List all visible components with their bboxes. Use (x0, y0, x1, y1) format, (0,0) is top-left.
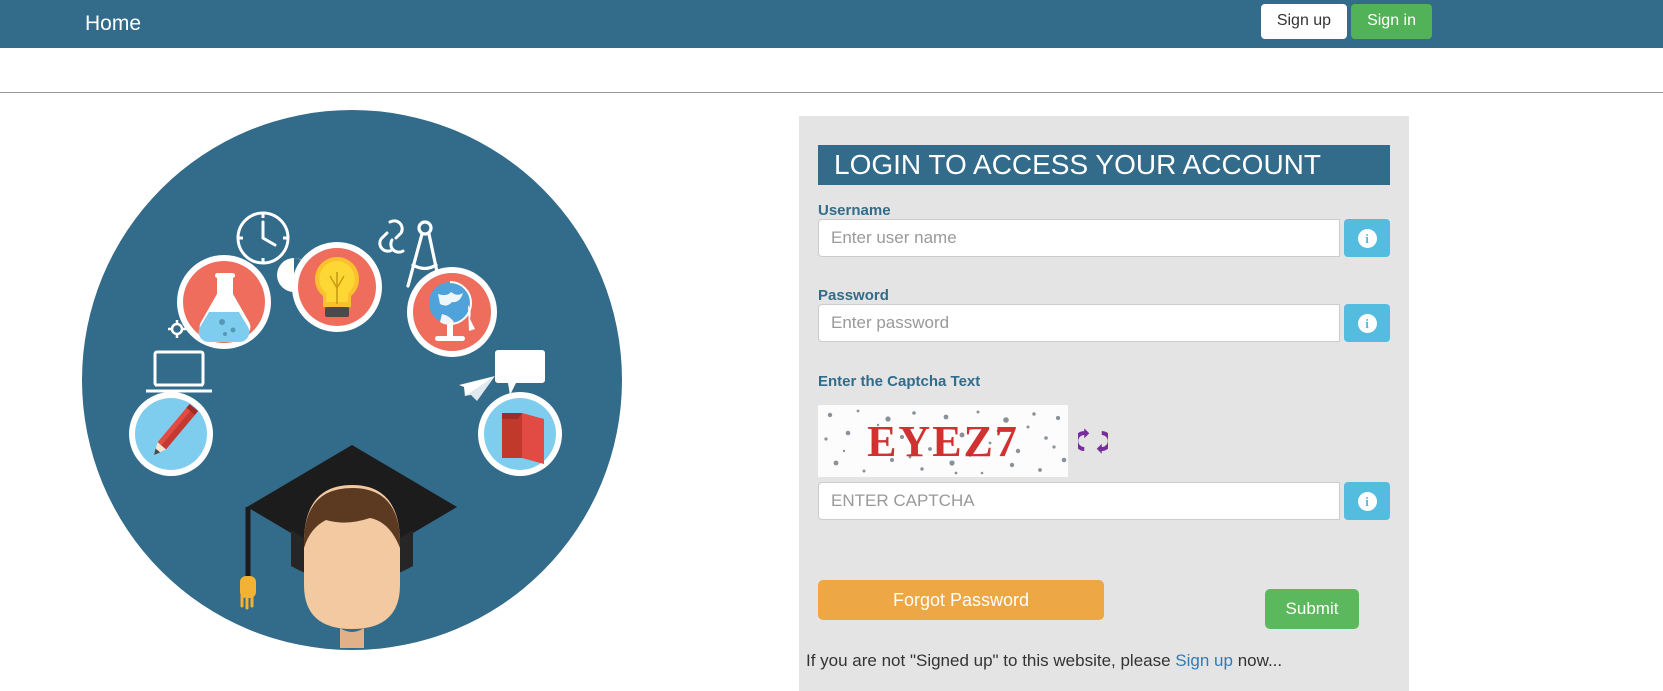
captcha-area: EYEZ7 (818, 405, 1113, 477)
sub-navbar (0, 48, 1663, 93)
nav-home-link[interactable]: Home (85, 0, 141, 48)
captcha-text: EYEZ7 (867, 416, 1019, 466)
forgot-password-button[interactable]: Forgot Password (818, 580, 1104, 620)
password-row: i (818, 304, 1390, 342)
username-info-button[interactable]: i (1344, 219, 1390, 257)
captcha-image: EYEZ7 (818, 405, 1068, 477)
signin-button[interactable]: Sign in (1351, 4, 1432, 39)
signup-button[interactable]: Sign up (1260, 4, 1348, 39)
login-panel-title: LOGIN TO ACCESS YOUR ACCOUNT (818, 145, 1390, 185)
info-icon: i (1357, 313, 1377, 333)
password-input[interactable] (818, 304, 1340, 342)
navbar-divider (0, 92, 1663, 93)
signup-note-prefix: If you are not "Signed up" to this websi… (806, 651, 1176, 670)
username-row: i (818, 219, 1390, 257)
login-panel: LOGIN TO ACCESS YOUR ACCOUNT Username i … (799, 116, 1409, 691)
submit-button[interactable]: Submit (1265, 589, 1359, 629)
signup-note-link[interactable]: Sign up (1175, 651, 1233, 670)
info-icon: i (1357, 228, 1377, 248)
captcha-input-row: i (818, 482, 1390, 520)
password-label: Password (818, 287, 889, 304)
captcha-input[interactable] (818, 482, 1340, 520)
book-icon (478, 392, 562, 476)
lightbulb-icon (292, 242, 382, 332)
info-icon: i (1357, 491, 1377, 511)
globe-icon (407, 267, 497, 357)
pencil-icon (129, 392, 213, 476)
signup-note-suffix: now... (1232, 651, 1283, 670)
flask-icon (177, 255, 271, 349)
captcha-info-button[interactable]: i (1344, 482, 1390, 520)
username-label: Username (818, 202, 891, 219)
nav-auth-buttons: Sign up Sign in (1260, 4, 1432, 39)
signup-note: If you are not "Signed up" to this websi… (806, 651, 1406, 671)
password-info-button[interactable]: i (1344, 304, 1390, 342)
top-navbar: Home Sign up Sign in (0, 0, 1663, 48)
graduate-student-education-illustration (72, 100, 632, 660)
refresh-icon[interactable] (1076, 424, 1110, 458)
username-input[interactable] (818, 219, 1340, 257)
captcha-label: Enter the Captcha Text (818, 373, 981, 390)
